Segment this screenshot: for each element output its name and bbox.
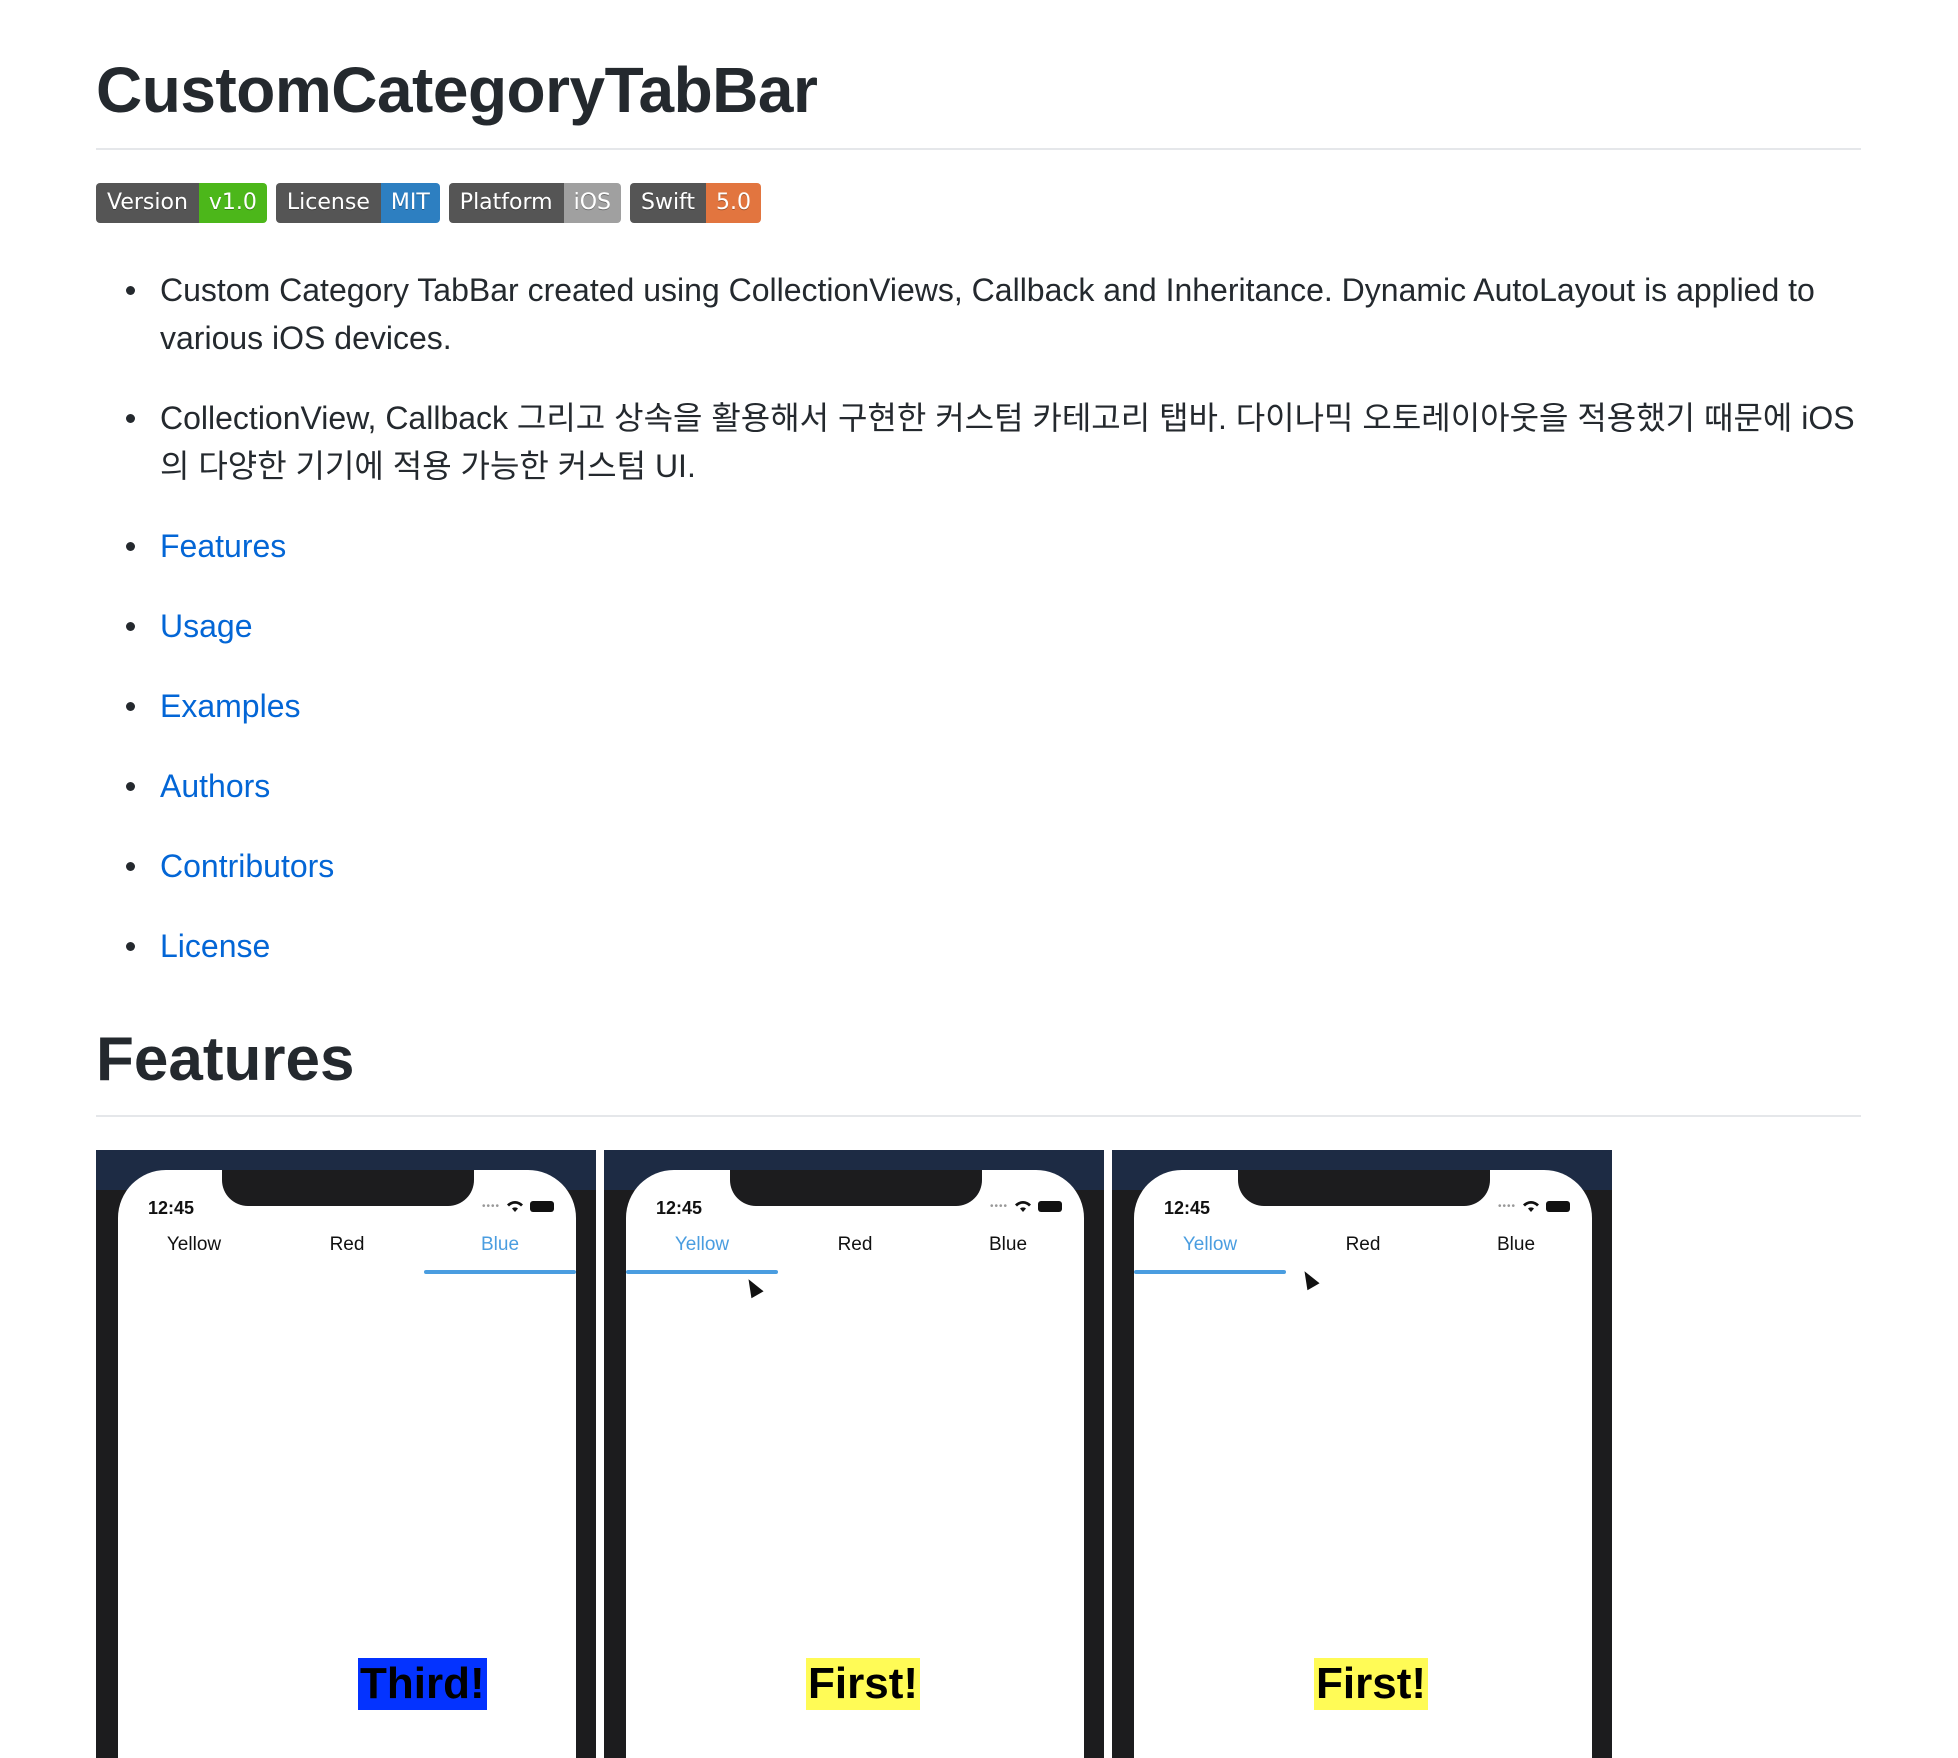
bullet-dot [126,542,135,551]
badge-value: iOS [563,183,621,223]
toc-link-features[interactable]: Features [160,528,286,564]
wifi-icon [1523,1201,1539,1212]
bullet-dot [126,782,135,791]
toc-item-usage: Usage [126,602,1860,650]
badge-value: v1.0 [198,183,267,223]
description-korean-text: CollectionView, Callback 그리고 상속을 활용해서 구현… [160,400,1855,484]
tab-blue[interactable]: Blue [932,1234,1084,1256]
category-tab-bar: Yellow Red Blue [118,1234,576,1274]
readme-content: CustomCategoryTabBar Version v1.0 Licens… [96,0,1861,1758]
swift-badge[interactable]: Swift 5.0 [629,183,762,223]
tab-yellow[interactable]: Yellow [1134,1234,1286,1256]
features-divider [96,1115,1861,1117]
toc-link-usage[interactable]: Usage [160,608,253,644]
status-icons: •••• [1498,1200,1570,1213]
status-icons: •••• [482,1200,554,1213]
badge-label: Platform [448,183,564,223]
battery-icon [1546,1201,1570,1212]
phone-notch [730,1170,982,1206]
bullet-dot [126,702,135,711]
toc-item-license: License [126,922,1860,970]
tab-red[interactable]: Red [271,1234,423,1256]
description-korean: CollectionView, Callback 그리고 상속을 활용해서 구현… [126,394,1860,490]
page-content-label: Third! [358,1658,487,1710]
phone-screenshot-1: 12:45 •••• Yellow Red Blue Third! [96,1150,596,1758]
signal-icon: •••• [1497,1201,1516,1212]
phone-notch [222,1170,474,1206]
wifi-icon [1015,1201,1031,1212]
features-heading: Features [96,1025,355,1094]
tab-red[interactable]: Red [779,1234,931,1256]
badge-value: MIT [380,183,440,223]
phone-screen: 12:45 •••• Yellow Red Blue Third! [118,1170,576,1758]
badge-label: Version [96,183,199,223]
signal-icon: •••• [989,1201,1008,1212]
bullet-dot [126,942,135,951]
tab-blue[interactable]: Blue [1440,1234,1592,1256]
description-english: Custom Category TabBar created using Col… [126,266,1860,362]
tab-blue[interactable]: Blue [424,1234,576,1256]
phone-screenshot-3: 12:45 •••• Yellow Red Blue First! [1112,1150,1612,1758]
badge-row: Version v1.0 License MIT Platform iOS Sw… [96,183,1861,223]
bullet-dot [126,286,135,295]
battery-icon [1038,1201,1062,1212]
category-tab-bar: Yellow Red Blue [1134,1234,1592,1274]
cursor-icon [742,1275,764,1299]
category-tab-bar: Yellow Red Blue [626,1234,1084,1274]
badge-value: 5.0 [706,183,762,223]
platform-badge[interactable]: Platform iOS [448,183,621,223]
version-badge[interactable]: Version v1.0 [96,183,267,223]
title-divider [96,148,1861,150]
status-icons: •••• [990,1200,1062,1213]
toc-item-features: Features [126,522,1860,570]
toc-link-authors[interactable]: Authors [160,768,270,804]
tab-indicator [626,1270,778,1274]
toc-item-authors: Authors [126,762,1860,810]
toc-link-contributors[interactable]: Contributors [160,848,334,884]
tab-indicator [1134,1270,1286,1274]
page-content-label: First! [1314,1658,1428,1710]
tab-yellow[interactable]: Yellow [626,1234,778,1256]
page-content-label: First! [806,1658,920,1710]
signal-icon: •••• [481,1201,500,1212]
page-title: CustomCategoryTabBar [96,54,818,126]
phone-screen: 12:45 •••• Yellow Red Blue First! [1134,1170,1592,1758]
status-time: 12:45 [148,1198,195,1218]
toc-link-license[interactable]: License [160,928,270,964]
status-time: 12:45 [656,1198,703,1218]
bullet-dot [126,862,135,871]
badge-label: Swift [629,183,707,223]
badge-label: License [275,183,381,223]
tab-yellow[interactable]: Yellow [118,1234,270,1256]
toc-item-contributors: Contributors [126,842,1860,890]
license-badge[interactable]: License MIT [275,183,440,223]
tab-indicator [424,1270,576,1274]
toc-link-examples[interactable]: Examples [160,688,301,724]
phone-screenshot-2: 12:45 •••• Yellow Red Blue First! [604,1150,1104,1758]
battery-icon [530,1201,554,1212]
wifi-icon [507,1201,523,1212]
phone-notch [1238,1170,1490,1206]
status-time: 12:45 [1164,1198,1211,1218]
feature-screenshots: 12:45 •••• Yellow Red Blue Third! 12:45 … [96,1150,1612,1758]
description-english-text: Custom Category TabBar created using Col… [160,272,1815,356]
bullet-dot [126,414,135,423]
bullet-dot [126,622,135,631]
tab-red[interactable]: Red [1287,1234,1439,1256]
toc-item-examples: Examples [126,682,1860,730]
phone-screen: 12:45 •••• Yellow Red Blue First! [626,1170,1084,1758]
